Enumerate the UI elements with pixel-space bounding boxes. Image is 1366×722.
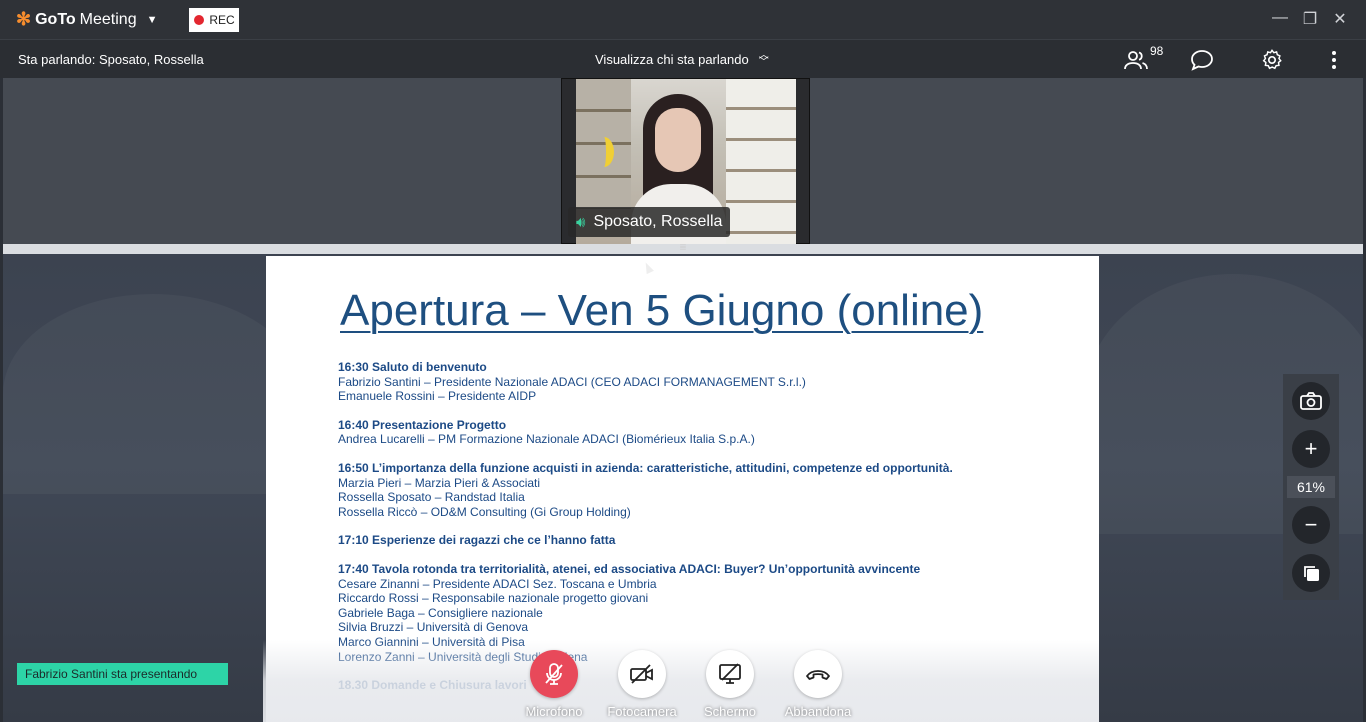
agenda-block: 17:10 Esperienze dei ragazzi che ce l’ha… (338, 533, 1038, 548)
zoom-in-button[interactable]: + (1292, 430, 1330, 468)
view-selector[interactable]: Visualizza chi sta parlando ︿ ﹀ (595, 50, 769, 68)
people-icon (1124, 51, 1148, 70)
agenda-heading: 16:50 L’importanza della funzione acquis… (338, 460, 953, 475)
agenda-line: Silvia Bruzzi – Università di Genova (338, 620, 529, 635)
microphone-label: Microfono (525, 704, 583, 719)
mic-off-icon (545, 663, 563, 685)
plus-icon: + (1304, 436, 1318, 461)
minus-icon: − (1304, 512, 1318, 537)
agenda-heading: 17:40 Tavola rotonda tra territorialità,… (338, 561, 921, 576)
agenda-block: 16:50 L’importanza della funzione acquis… (338, 461, 1038, 519)
rec-label: REC (209, 12, 235, 27)
agenda-line: Riccardo Rossi – Responsabile nazionale … (338, 591, 649, 606)
camera-off-icon (630, 664, 653, 684)
call-controls: Microfono Fotocamera Schermo Abbandona (510, 650, 862, 719)
background-bookcase (726, 79, 796, 245)
attendees-button[interactable]: 98 (1122, 44, 1163, 74)
agenda-line: Cesare Zinanni – Presidente ADACI Sez. T… (338, 576, 657, 591)
agenda-line: Emanuele Rossini – Presidente AIDP (338, 389, 537, 404)
more-vertical-icon (1332, 51, 1336, 69)
hang-up-icon (806, 670, 830, 680)
agenda-line: Gabriele Baga – Consigliere nazionale (338, 605, 543, 620)
settings-button[interactable] (1258, 46, 1286, 74)
copy-icon (1304, 566, 1319, 581)
restore-icon[interactable]: ❐ (1302, 9, 1318, 29)
zoom-percent: 61% (1287, 476, 1335, 498)
logo-brand: GoTo (35, 10, 76, 28)
agenda-line: Rossella Sposato – Randstad Italia (338, 490, 525, 505)
agenda-line: Andrea Lucarelli – PM Formazione Naziona… (338, 432, 755, 447)
presenter-banner: Fabrizio Santini sta presentando (17, 663, 228, 685)
screenshot-button[interactable] (1292, 382, 1330, 420)
agenda-heading: 16:40 Presentazione Progetto (338, 417, 507, 432)
gear-icon (1262, 49, 1282, 70)
gotomeeting-logo-icon: ✻ (16, 9, 32, 29)
agenda-heading: 16:30 Saluto di benvenuto (338, 360, 487, 374)
chevron-down-icon: ▼ (146, 13, 158, 26)
agenda-line: Fabrizio Santini – Presidente Nazionale … (338, 374, 806, 389)
attendee-count: 98 (1150, 44, 1164, 58)
app-logo-menu[interactable]: ✻ GoTo Meeting ▼ (16, 9, 157, 30)
agenda-line: Rossella Riccò – OD&M Consulting (Gi Gro… (338, 504, 631, 519)
minimize-icon[interactable]: — (1272, 9, 1288, 29)
leave-button[interactable]: Abbandona (774, 650, 862, 719)
speaker-volume-icon: 🔊︎ (576, 213, 586, 231)
logo-product: Meeting (79, 10, 137, 28)
screen-label: Schermo (703, 704, 757, 719)
more-options-button[interactable] (1320, 46, 1348, 74)
participant-nametag: 🔊︎ Sposato, Rossella (568, 207, 731, 237)
title-bar: ✻ GoTo Meeting ▼ REC — ❐ ✕ (0, 0, 1366, 39)
meeting-toolbar: Sta parlando: Sposato, Rossella Visualiz… (0, 39, 1366, 78)
slide-title: Apertura – Ven 5 Giugno (online) (340, 286, 984, 335)
sort-updown-icon: ︿ ﹀ (758, 50, 769, 68)
zoom-panel: + 61% − (1283, 374, 1339, 600)
zoom-out-button[interactable]: − (1292, 506, 1330, 544)
participant-video-tile[interactable]: 🔊︎ Sposato, Rossella (561, 78, 810, 245)
close-icon[interactable]: ✕ (1332, 9, 1348, 29)
background-object (594, 137, 614, 167)
agenda-block: 16:30 Saluto di benvenuto Fabrizio Santin… (338, 360, 1038, 404)
agenda-block: 16:40 Presentazione Progetto Andrea Lucar… (338, 418, 1038, 447)
video-strip: 🔊︎ Sposato, Rossella (3, 78, 1363, 245)
leave-label: Abbandona (784, 704, 852, 719)
recording-indicator: REC (189, 7, 240, 32)
camera-icon (1300, 392, 1322, 410)
window-controls: — ❐ ✕ (1272, 9, 1348, 29)
camera-button[interactable]: Fotocamera (598, 650, 686, 719)
resize-grip-icon[interactable]: ═ ═ (671, 242, 695, 253)
screen-share-button[interactable]: Schermo (686, 650, 774, 719)
record-dot-icon (194, 14, 205, 25)
active-speaker-label: Sta parlando: Sposato, Rossella (18, 51, 204, 67)
participant-name: Sposato, Rossella (593, 213, 723, 230)
fit-to-window-button[interactable] (1292, 554, 1330, 592)
screen-off-icon (719, 663, 741, 684)
view-selector-label: Visualizza chi sta parlando (595, 51, 749, 67)
chat-button[interactable] (1188, 46, 1216, 74)
agenda-line: Marzia Pieri – Marzia Pieri & Associati (338, 475, 541, 490)
agenda-heading: 17:10 Esperienze dei ragazzi che ce l’ha… (338, 533, 616, 548)
microphone-button[interactable]: Microfono (510, 650, 598, 719)
camera-label: Fotocamera (607, 704, 677, 719)
chat-bubble-icon (1191, 50, 1213, 71)
